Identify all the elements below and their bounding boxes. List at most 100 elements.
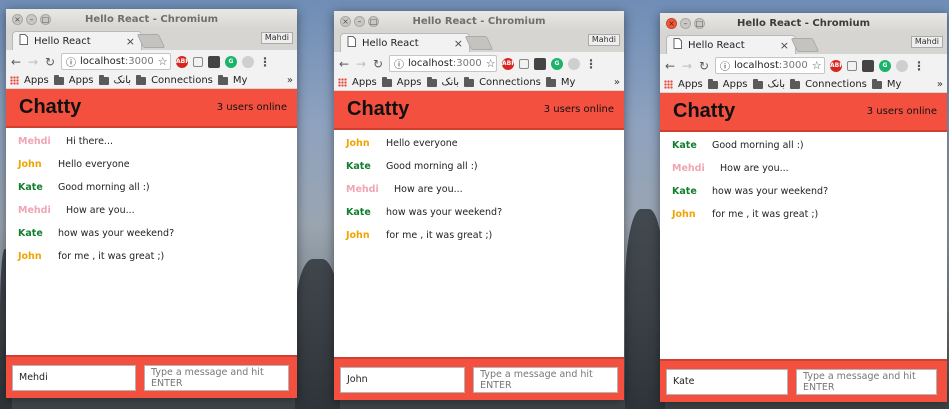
- bookmark-star-icon[interactable]: ☆: [486, 57, 496, 70]
- title-bar[interactable]: × – □ Hello React - Chromium: [6, 9, 297, 29]
- bookmark-item[interactable]: My: [561, 77, 576, 88]
- back-arrow-icon[interactable]: ←: [664, 59, 676, 73]
- extension-icon[interactable]: [193, 56, 203, 67]
- message-input[interactable]: Type a message and hit ENTER: [796, 368, 937, 395]
- message-input[interactable]: Type a message and hit ENTER: [144, 364, 289, 391]
- apps-grid-icon[interactable]: [664, 80, 673, 89]
- extension-icon[interactable]: [847, 60, 857, 71]
- message-username: Kate: [18, 182, 43, 193]
- forward-arrow-icon[interactable]: →: [681, 59, 693, 73]
- title-bar[interactable]: × – □ Hello React - Chromium: [334, 11, 624, 31]
- folder-icon: [136, 74, 147, 85]
- bookmark-item[interactable]: Connections: [479, 77, 541, 88]
- bookmark-star-icon[interactable]: ☆: [158, 55, 168, 68]
- address-bar[interactable]: ⓘ localhost:3000 ☆: [61, 53, 171, 70]
- bookmark-item[interactable]: My: [233, 75, 248, 86]
- back-arrow-icon[interactable]: ←: [338, 57, 350, 71]
- folder-icon: [752, 78, 763, 89]
- bookmark-item[interactable]: بانک: [114, 75, 132, 86]
- close-tab-icon[interactable]: ×: [780, 39, 789, 52]
- reload-icon[interactable]: ↻: [44, 55, 56, 69]
- apps-grid-icon[interactable]: [10, 76, 19, 85]
- username-input[interactable]: John: [340, 366, 466, 393]
- ghostery-extension-icon[interactable]: [242, 55, 254, 68]
- folder-icon: [707, 78, 718, 89]
- bookmark-item[interactable]: Apps: [352, 77, 377, 88]
- info-icon[interactable]: ⓘ: [66, 54, 76, 69]
- message-username: John: [18, 159, 42, 170]
- url-port: :3000: [124, 56, 154, 67]
- address-bar[interactable]: ⓘ localhost:3000 ☆: [389, 55, 497, 72]
- close-tab-icon[interactable]: ×: [454, 37, 463, 50]
- grammarly-extension-icon[interactable]: G: [551, 57, 563, 70]
- menu-kebab-icon[interactable]: ⋮: [913, 59, 925, 73]
- profile-button[interactable]: Mahdi: [587, 34, 620, 46]
- adblock-extension-icon[interactable]: ABP: [830, 59, 844, 72]
- bookmark-item[interactable]: Apps: [69, 75, 94, 86]
- pocket-extension-icon[interactable]: [862, 59, 874, 72]
- pocket-extension-icon[interactable]: [534, 57, 546, 70]
- more-bookmarks-chevron-icon[interactable]: »: [287, 75, 293, 86]
- apps-grid-icon[interactable]: [338, 78, 347, 87]
- maximize-window-icon[interactable]: □: [694, 17, 705, 29]
- bookmark-item[interactable]: بانک: [442, 77, 460, 88]
- grammarly-extension-icon[interactable]: G: [879, 59, 891, 72]
- bookmark-star-icon[interactable]: ☆: [812, 59, 822, 72]
- tab-hello-react[interactable]: Hello React ×: [340, 33, 470, 52]
- more-bookmarks-chevron-icon[interactable]: »: [614, 77, 620, 88]
- close-window-icon[interactable]: ×: [340, 15, 351, 27]
- browser-window: × – □ Hello React - Chromium Hello React…: [6, 9, 297, 398]
- message-list: Mehdi Hi there... John Hello everyone Kate Go…: [6, 128, 297, 355]
- profile-button[interactable]: Mahdi: [260, 32, 293, 44]
- bookmark-item[interactable]: Apps: [397, 77, 422, 88]
- username-input[interactable]: Mehdi: [12, 364, 136, 391]
- adblock-extension-icon[interactable]: ABP: [176, 55, 190, 68]
- more-bookmarks-chevron-icon[interactable]: »: [937, 79, 943, 90]
- extension-icon[interactable]: [519, 58, 529, 69]
- title-bar[interactable]: × – □ Hello React - Chromium: [660, 13, 947, 33]
- message-row: John for me , it was great ;): [672, 209, 935, 220]
- close-tab-icon[interactable]: ×: [126, 35, 135, 48]
- adblock-extension-icon[interactable]: ABP: [502, 57, 516, 70]
- bookmark-item[interactable]: بانک: [768, 79, 786, 90]
- menu-kebab-icon[interactable]: ⋮: [585, 57, 597, 71]
- grammarly-extension-icon[interactable]: G: [225, 55, 237, 68]
- menu-kebab-icon[interactable]: ⋮: [259, 55, 271, 69]
- close-window-icon[interactable]: ×: [666, 17, 677, 29]
- reload-icon[interactable]: ↻: [372, 57, 384, 71]
- address-bar[interactable]: ⓘ localhost:3000 ☆: [715, 57, 825, 74]
- bookmark-item[interactable]: Apps: [723, 79, 748, 90]
- bookmark-item[interactable]: Apps: [678, 79, 703, 90]
- folder-icon: [790, 78, 801, 89]
- pocket-extension-icon[interactable]: [208, 55, 220, 68]
- bookmark-item[interactable]: Connections: [151, 75, 213, 86]
- brand-title: Chatty: [19, 96, 82, 118]
- profile-button[interactable]: Mahdi: [910, 36, 943, 48]
- bookmark-item[interactable]: Apps: [24, 75, 49, 86]
- message-row: John for me , it was great ;): [346, 230, 612, 241]
- maximize-window-icon[interactable]: □: [368, 15, 379, 27]
- minimize-window-icon[interactable]: –: [354, 15, 365, 27]
- minimize-window-icon[interactable]: –: [680, 17, 691, 29]
- tab-label: Hello React: [688, 39, 745, 51]
- ghostery-extension-icon[interactable]: [568, 57, 580, 70]
- back-arrow-icon[interactable]: ←: [10, 55, 22, 69]
- ghostery-extension-icon[interactable]: [896, 59, 908, 72]
- bookmark-item[interactable]: Connections: [805, 79, 867, 90]
- message-row: John Hello everyone: [346, 138, 612, 149]
- message-row: Kate Good morning all :): [672, 140, 935, 151]
- info-icon[interactable]: ⓘ: [394, 56, 404, 71]
- tab-hello-react[interactable]: Hello React ×: [12, 31, 142, 50]
- bookmark-item[interactable]: My: [887, 79, 902, 90]
- browser-toolbar: ← → ↻ ⓘ localhost:3000 ☆ ABP G ⋮: [6, 50, 297, 73]
- maximize-window-icon[interactable]: □: [40, 13, 51, 25]
- tab-hello-react[interactable]: Hello React ×: [666, 35, 796, 54]
- close-window-icon[interactable]: ×: [12, 13, 23, 25]
- forward-arrow-icon[interactable]: →: [27, 55, 39, 69]
- reload-icon[interactable]: ↻: [698, 59, 710, 73]
- forward-arrow-icon[interactable]: →: [355, 57, 367, 71]
- minimize-window-icon[interactable]: –: [26, 13, 37, 25]
- username-input[interactable]: Kate: [666, 368, 788, 395]
- info-icon[interactable]: ⓘ: [720, 58, 730, 73]
- message-input[interactable]: Type a message and hit ENTER: [473, 366, 618, 393]
